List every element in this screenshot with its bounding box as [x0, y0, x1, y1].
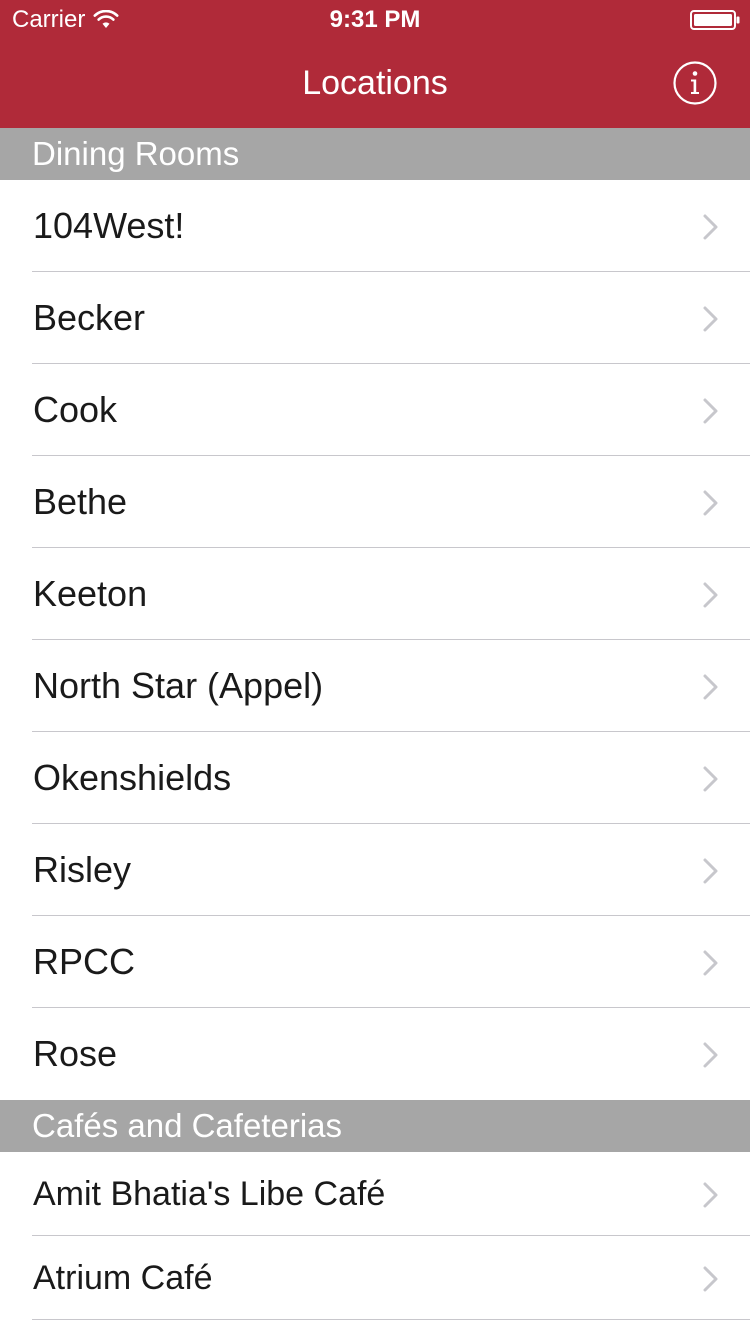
list-item[interactable]: Bethe — [0, 456, 750, 548]
list-item[interactable]: Keeton — [0, 548, 750, 640]
list-item-label: Okenshields — [33, 757, 232, 798]
status-bar: Carrier 9:31 PM — [0, 0, 750, 40]
locations-screen: Carrier 9:31 PM Locations Dining Rooms 1… — [0, 0, 750, 1334]
chevron-right-icon — [703, 398, 718, 424]
section-header-dining-rooms: Dining Rooms — [0, 128, 750, 180]
list-item[interactable]: North Star (Appel) — [0, 640, 750, 732]
chevron-right-icon — [703, 858, 718, 884]
chevron-right-icon — [703, 1266, 718, 1292]
status-time: 9:31 PM — [329, 6, 421, 33]
list-item-label: Atrium Café — [33, 1259, 213, 1297]
list-item-label: Keeton — [33, 573, 148, 614]
list-item-label: Becker — [33, 297, 146, 338]
list-item-label: North Star (Appel) — [33, 665, 324, 706]
list-item[interactable]: Rose — [0, 1008, 750, 1100]
list-item-label: Risley — [33, 849, 132, 890]
chevron-right-icon — [703, 1042, 718, 1068]
list-item[interactable]: Okenshields — [0, 732, 750, 824]
list-item[interactable]: RPCC — [0, 916, 750, 1008]
page-title: Locations — [302, 64, 448, 102]
chevron-right-icon — [703, 1182, 718, 1208]
list-item[interactable]: Cook — [0, 364, 750, 456]
list-item[interactable]: Risley — [0, 824, 750, 916]
chevron-right-icon — [703, 490, 718, 516]
list-item[interactable]: 104West! — [0, 180, 750, 272]
chevron-right-icon — [703, 950, 718, 976]
chevron-right-icon — [703, 214, 718, 240]
list-item-label: Cook — [33, 389, 118, 430]
header: Carrier 9:31 PM Locations — [0, 0, 750, 128]
chevron-right-icon — [703, 306, 718, 332]
list-item-label: Bethe — [33, 481, 128, 522]
list-item-label: RPCC — [33, 941, 136, 982]
list-item[interactable]: Becker — [0, 272, 750, 364]
info-icon — [673, 61, 717, 105]
info-button[interactable] — [673, 61, 717, 105]
chevron-right-icon — [703, 674, 718, 700]
chevron-right-icon — [703, 766, 718, 792]
list-item-label: Amit Bhatia's Libe Café — [33, 1175, 386, 1213]
list-item[interactable]: Amit Bhatia's Libe Café — [0, 1152, 750, 1236]
separator — [32, 1319, 750, 1320]
list-item-label: Rose — [33, 1033, 118, 1074]
chevron-right-icon — [703, 582, 718, 608]
section-header-cafes: Cafés and Cafeterias — [0, 1100, 750, 1152]
locations-list: Dining Rooms 104West! Becker Cook Bethe … — [0, 128, 750, 1320]
battery-icon — [690, 10, 740, 30]
list-item[interactable]: Atrium Café — [0, 1236, 750, 1320]
list-item-label: 104West! — [33, 205, 185, 246]
